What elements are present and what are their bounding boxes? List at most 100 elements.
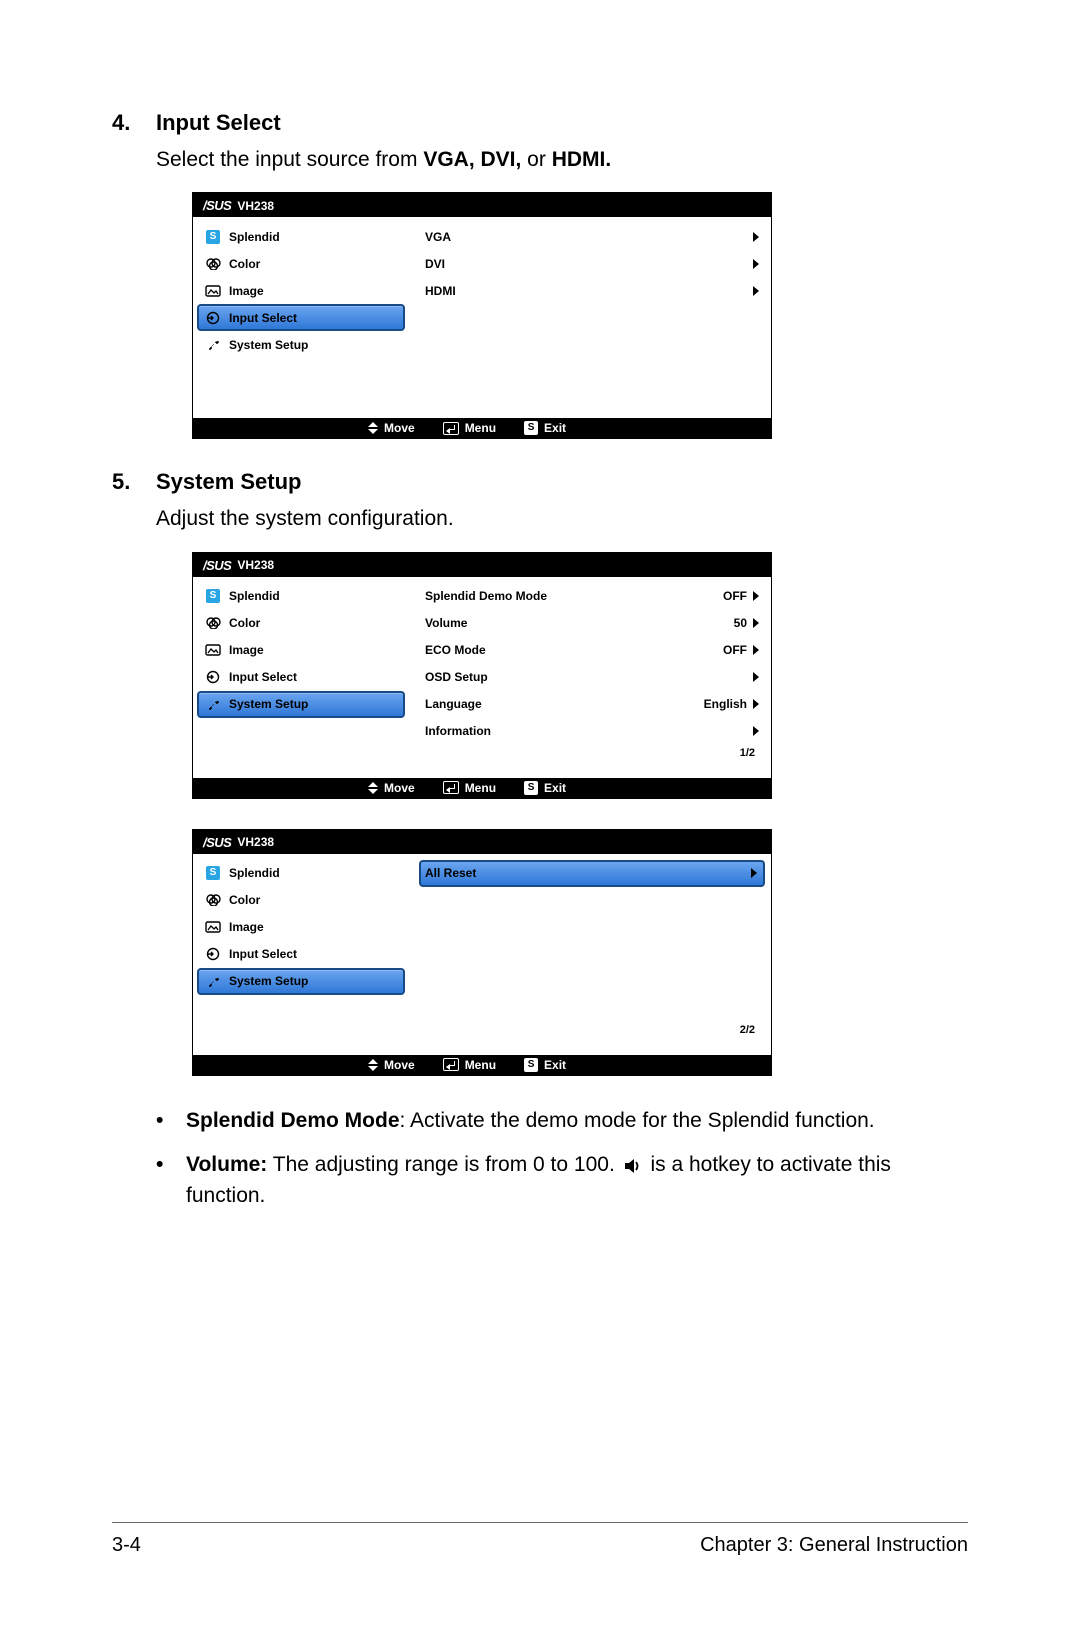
option-value: OFF (723, 643, 747, 657)
menu-label: Input Select (229, 670, 297, 684)
osd-model: VH238 (237, 558, 274, 572)
enter-icon (443, 781, 459, 794)
enter-icon (443, 1058, 459, 1071)
footer-label: Move (384, 421, 415, 435)
menu-item-splendid[interactable]: S Splendid (199, 223, 405, 250)
osd-footer: Move Menu S Exit (193, 1055, 771, 1075)
option-splendid-demo[interactable]: Splendid Demo Mode OFF (421, 583, 765, 610)
option-label: VGA (425, 230, 451, 244)
footer-divider (112, 1522, 968, 1523)
footer-label: Menu (465, 1058, 496, 1072)
menu-item-color[interactable]: Color (199, 610, 405, 637)
option-label: OSD Setup (425, 670, 488, 684)
osd-left-menu: S Splendid Color Image (193, 217, 415, 418)
bullet-item: • Volume: The adjusting range is from 0 … (156, 1150, 968, 1211)
footer-move: Move (368, 421, 415, 435)
option-vga[interactable]: VGA (421, 223, 765, 250)
menu-item-input-select[interactable]: Input Select (199, 941, 405, 968)
osd-model: VH238 (237, 835, 274, 849)
footer-exit: S Exit (524, 781, 566, 795)
menu-label: System Setup (229, 697, 308, 711)
menu-item-splendid[interactable]: S Splendid (199, 583, 405, 610)
menu-item-image[interactable]: Image (199, 637, 405, 664)
splendid-icon: S (203, 589, 223, 603)
footer-move: Move (368, 781, 415, 795)
menu-label: System Setup (229, 974, 308, 988)
footer-label: Menu (465, 421, 496, 435)
image-icon (203, 285, 223, 297)
osd-header: /SUS VH238 (193, 830, 771, 854)
chevron-right-icon (753, 618, 759, 628)
bullet-text: : Activate the demo mode for the Splendi… (400, 1109, 875, 1132)
menu-label: Color (229, 257, 260, 271)
asus-logo: /SUS (203, 198, 231, 213)
menu-label: Splendid (229, 589, 280, 603)
asus-logo: /SUS (203, 835, 231, 850)
chevron-right-icon (753, 259, 759, 269)
chevron-right-icon (753, 672, 759, 682)
option-all-reset[interactable]: All Reset (419, 860, 765, 887)
osd-footer: Move Menu S Exit (193, 418, 771, 438)
enter-icon (443, 422, 459, 435)
menu-item-image[interactable]: Image (199, 277, 405, 304)
option-information[interactable]: Information (421, 718, 765, 745)
option-hdmi[interactable]: HDMI (421, 277, 765, 304)
menu-item-input-select[interactable]: Input Select (199, 664, 405, 691)
menu-label: Image (229, 643, 264, 657)
s-key-icon: S (524, 781, 538, 795)
footer-label: Exit (544, 1058, 566, 1072)
option-label: DVI (425, 257, 445, 271)
osd-left-menu: S Splendid Color Image (193, 854, 415, 1055)
updown-icon (368, 1059, 378, 1071)
option-value: OFF (723, 589, 747, 603)
section-description: Adjust the system configuration. (156, 505, 968, 533)
option-eco-mode[interactable]: ECO Mode OFF (421, 637, 765, 664)
menu-label: Splendid (229, 866, 280, 880)
menu-item-system-setup[interactable]: System Setup (197, 968, 405, 995)
bullet-list: • Splendid Demo Mode: Activate the demo … (156, 1106, 968, 1211)
section-title: Input Select (156, 110, 281, 136)
bullet-item: • Splendid Demo Mode: Activate the demo … (156, 1106, 968, 1136)
page-indicator: 2/2 (421, 1022, 765, 1036)
footer-label: Exit (544, 421, 566, 435)
footer-label: Move (384, 1058, 415, 1072)
menu-item-system-setup[interactable]: System Setup (197, 691, 405, 718)
footer-label: Menu (465, 781, 496, 795)
option-volume[interactable]: Volume 50 (421, 610, 765, 637)
chevron-right-icon (753, 726, 759, 736)
s-key-icon: S (524, 421, 538, 435)
bullet-strong: Splendid Demo Mode (186, 1109, 400, 1132)
footer-move: Move (368, 1058, 415, 1072)
footer-exit: S Exit (524, 1058, 566, 1072)
chevron-right-icon (753, 286, 759, 296)
option-language[interactable]: Language English (421, 691, 765, 718)
option-label: Volume (425, 616, 467, 630)
menu-label: Color (229, 616, 260, 630)
option-label: Information (425, 724, 491, 738)
desc-bold: VGA, DVI, (423, 148, 521, 171)
option-value: 50 (734, 616, 747, 630)
asus-logo: /SUS (203, 558, 231, 573)
option-value: English (704, 697, 747, 711)
page-footer: 3-4 Chapter 3: General Instruction (112, 1534, 968, 1557)
tools-icon (203, 337, 223, 352)
menu-item-system-setup[interactable]: System Setup (199, 331, 405, 358)
menu-item-input-select[interactable]: Input Select (197, 304, 405, 331)
option-label: Language (425, 697, 482, 711)
option-dvi[interactable]: DVI (421, 250, 765, 277)
page-indicator: 1/2 (421, 745, 765, 759)
menu-item-splendid[interactable]: S Splendid (199, 860, 405, 887)
menu-label: Input Select (229, 311, 297, 325)
menu-item-image[interactable]: Image (199, 914, 405, 941)
osd-right-panel: Splendid Demo Mode OFF Volume 50 ECO Mod… (415, 577, 771, 778)
footer-menu: Menu (443, 421, 496, 435)
menu-item-color[interactable]: Color (199, 887, 405, 914)
menu-item-color[interactable]: Color (199, 250, 405, 277)
osd-right-panel: VGA DVI HDMI (415, 217, 771, 418)
desc-text: Select the input source from (156, 148, 423, 171)
option-osd-setup[interactable]: OSD Setup (421, 664, 765, 691)
chevron-right-icon (753, 591, 759, 601)
chevron-right-icon (753, 232, 759, 242)
color-icon (203, 617, 223, 629)
osd-left-menu: S Splendid Color Image (193, 577, 415, 778)
